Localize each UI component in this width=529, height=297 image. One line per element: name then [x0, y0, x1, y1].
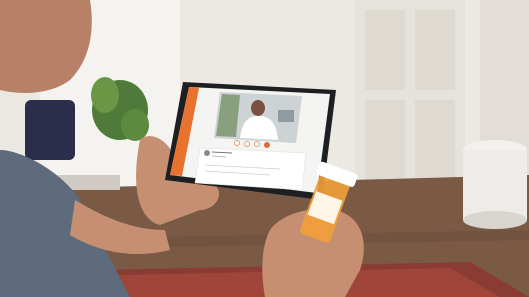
photo-scene [0, 0, 529, 297]
vase [25, 100, 75, 160]
info-card [194, 147, 307, 191]
scene-illustration [0, 0, 529, 297]
avatar [204, 150, 210, 156]
doctor-face [251, 100, 265, 116]
